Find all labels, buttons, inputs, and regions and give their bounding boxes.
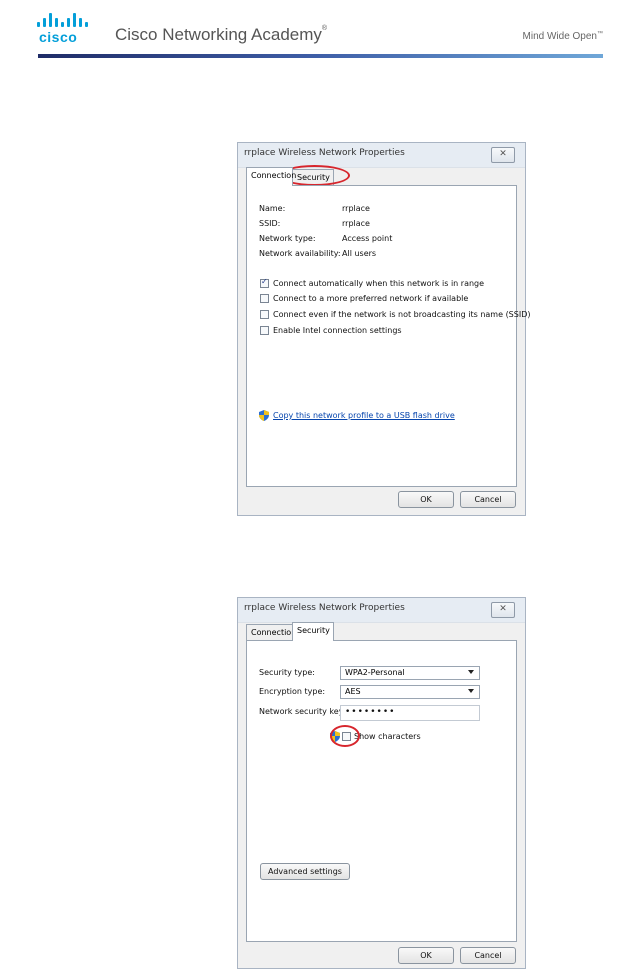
page-header: cisco Cisco Networking Academy® Mind Wid… [0,0,641,70]
field-label-ssid: SSID: [259,219,281,228]
close-icon: ✕ [499,149,507,159]
dropdown-arrow-icon [468,689,474,693]
field-label-name: Name: [259,204,286,213]
connect-automatically-checkbox[interactable] [260,277,269,288]
copy-profile-usb-link[interactable]: Copy this network profile to a USB flash… [273,411,455,420]
field-value-ssid: rrplace [342,219,370,228]
field-value-name: rrplace [342,204,370,213]
show-characters-highlight [330,725,360,747]
hidden-ssid-label[interactable]: Connect even if the network is not broad… [273,310,530,319]
header-divider [38,54,603,58]
shield-icon [259,410,269,421]
title-bar[interactable]: rrplace Wireless Network Properties ✕ [238,143,525,168]
intel-settings-label[interactable]: Enable Intel connection settings [273,326,402,335]
cisco-logo-bars-icon [36,11,96,27]
connect-automatically-label[interactable]: Connect automatically when this network … [273,279,484,288]
close-icon: ✕ [499,604,507,614]
cisco-logo-word: cisco [39,29,78,45]
close-button[interactable]: ✕ [491,602,515,618]
network-key-label: Network security key [259,707,344,716]
hidden-ssid-checkbox[interactable] [260,310,269,319]
show-characters-label[interactable]: Show characters [354,732,421,741]
field-value-network-type: Access point [342,234,393,243]
tab-connection[interactable]: Connection [246,624,296,641]
connection-properties-dialog: rrplace Wireless Network Properties ✕ Co… [237,142,530,516]
trademark-mark: ™ [597,31,603,37]
dialog-title: rrplace Wireless Network Properties [244,148,405,158]
cancel-button[interactable]: Cancel [460,491,516,508]
encryption-type-label: Encryption type: [259,687,326,696]
security-tab-panel: Security type: WPA2-Personal Encryption … [246,640,517,942]
preferred-network-label[interactable]: Connect to a more preferred network if a… [273,294,468,303]
security-properties-dialog: rrplace Wireless Network Properties ✕ Co… [237,597,526,969]
tagline: Mind Wide Open™ [522,31,603,42]
tab-connection[interactable]: Connection [246,167,296,186]
intel-settings-checkbox[interactable] [260,326,269,335]
security-type-select[interactable]: WPA2-Personal [340,666,480,680]
encryption-type-select[interactable]: AES [340,685,480,699]
field-value-network-availability: All users [342,249,377,258]
dropdown-arrow-icon [468,670,474,674]
close-button[interactable]: ✕ [491,147,515,163]
security-type-value: WPA2-Personal [345,668,405,677]
security-type-label: Security type: [259,668,315,677]
dialog-title: rrplace Wireless Network Properties [244,603,405,613]
cancel-button[interactable]: Cancel [460,947,516,964]
preferred-network-checkbox[interactable] [260,294,269,303]
network-key-input[interactable]: •••••••• [340,705,480,721]
page-title: Cisco Networking Academy® [115,25,328,44]
ok-button[interactable]: OK [398,491,454,508]
cisco-logo: cisco [36,11,96,45]
tab-security[interactable]: Security [292,622,334,641]
field-label-network-type: Network type: [259,234,316,243]
registered-mark: ® [321,25,328,32]
title-bar[interactable]: rrplace Wireless Network Properties ✕ [238,598,525,623]
advanced-settings-button[interactable]: Advanced settings [260,863,350,880]
encryption-type-value: AES [345,687,361,696]
ok-button[interactable]: OK [398,947,454,964]
connection-tab-panel: Name: rrplace SSID: rrplace Network type… [246,185,530,487]
field-label-network-availability: Network availability: [259,249,341,258]
